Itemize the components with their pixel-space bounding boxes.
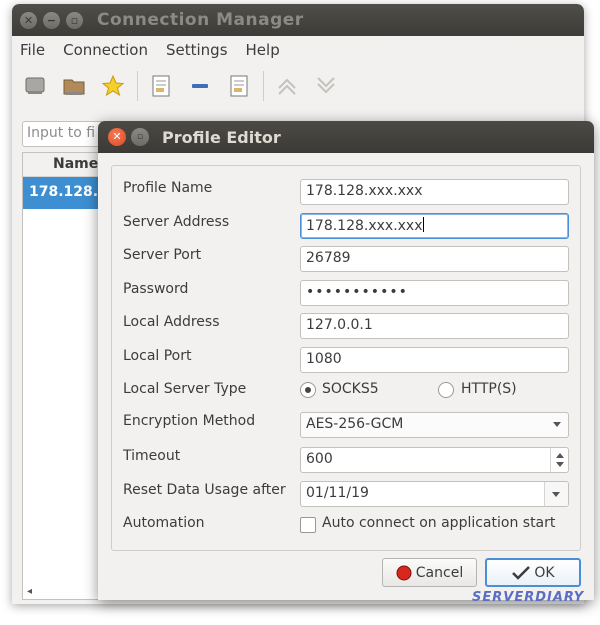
socks5-radio[interactable] [300, 382, 316, 398]
maximize-icon[interactable]: ▫ [131, 128, 149, 146]
local-address-field[interactable]: 127.0.0.1 [300, 313, 569, 339]
timeout-spinbox[interactable]: 600 [300, 447, 569, 473]
cancel-icon [396, 565, 412, 580]
spin-buttons[interactable] [550, 448, 568, 472]
profile-name-field[interactable]: 178.128.xxx.xxx [300, 179, 569, 205]
maximize-icon[interactable]: ▫ [66, 12, 83, 29]
scroll-left-icon[interactable]: ◂ [27, 586, 32, 597]
menu-help[interactable]: Help [246, 41, 280, 59]
toolbar-separator [263, 71, 264, 101]
spin-up-icon[interactable] [556, 453, 564, 458]
minimize-icon[interactable]: − [43, 12, 60, 29]
chevron-down-icon [552, 492, 560, 497]
move-up-icon[interactable] [272, 71, 302, 101]
close-icon[interactable]: ✕ [20, 12, 37, 29]
folder-icon[interactable] [59, 71, 89, 101]
server-port-field[interactable]: 26789 [300, 246, 569, 272]
document-icon[interactable] [224, 71, 254, 101]
reset-date-value: 01/11/19 [306, 485, 369, 501]
ok-label: OK [534, 564, 555, 581]
document-edit-icon[interactable] [146, 71, 176, 101]
reset-data-usage-date[interactable]: 01/11/19 [300, 481, 569, 507]
ok-button[interactable]: OK [485, 558, 581, 587]
toolbar-separator [137, 71, 138, 101]
automation-label: Automation [123, 515, 205, 531]
dialog-title: Profile Editor [162, 128, 281, 147]
timeout-label: Timeout [123, 448, 181, 464]
text-caret [422, 217, 424, 232]
menu-connection[interactable]: Connection [63, 41, 148, 59]
menu-settings[interactable]: Settings [166, 41, 228, 59]
encryption-method-label: Encryption Method [123, 413, 256, 429]
password-label: Password [123, 281, 189, 297]
watermark-logo: SERVERDIARY [472, 590, 585, 605]
dialog-title-bar: ✕ ▫ Profile Editor [98, 121, 594, 153]
chevron-down-icon [553, 422, 561, 427]
menu-file[interactable]: File [20, 41, 45, 59]
encryption-method-select[interactable]: AES-256-GCM [300, 412, 569, 438]
star-icon[interactable] [98, 71, 128, 101]
server-address-value: 178.128.xxx.xxx [306, 218, 423, 234]
window-title: Connection Manager [97, 10, 304, 30]
local-address-label: Local Address [123, 314, 220, 330]
reset-data-usage-label: Reset Data Usage after [123, 482, 286, 498]
auto-connect-checkbox[interactable] [300, 517, 316, 533]
spin-down-icon[interactable] [556, 462, 564, 467]
auto-connect-label[interactable]: Auto connect on application start [322, 515, 555, 531]
cancel-label: Cancel [415, 564, 464, 581]
profile-name-label: Profile Name [123, 180, 213, 196]
close-icon[interactable]: ✕ [108, 128, 126, 146]
local-port-field[interactable]: 1080 [300, 347, 569, 373]
password-field[interactable]: ••••••••••• [300, 280, 569, 306]
date-dropdown-button[interactable] [544, 482, 568, 506]
https-label[interactable]: HTTP(S) [461, 381, 517, 397]
server-port-label: Server Port [123, 247, 202, 263]
local-server-type-label: Local Server Type [123, 381, 247, 397]
server-address-label: Server Address [123, 214, 230, 230]
socks5-label[interactable]: SOCKS5 [322, 381, 379, 397]
remove-icon[interactable] [185, 71, 215, 101]
cancel-button[interactable]: Cancel [382, 558, 477, 587]
title-bar: ✕ − ▫ Connection Manager [12, 4, 584, 36]
https-radio[interactable] [438, 382, 454, 398]
move-down-icon[interactable] [311, 71, 341, 101]
profile-editor-dialog: ✕ ▫ Profile Editor Profile Name 178.128.… [98, 121, 594, 600]
profile-form: Profile Name 178.128.xxx.xxx Server Addr… [111, 165, 581, 551]
encryption-method-value: AES-256-GCM [306, 416, 404, 432]
toolbar [12, 64, 584, 108]
local-port-label: Local Port [123, 348, 192, 364]
menu-bar: File Connection Settings Help [12, 36, 584, 64]
ok-check-icon [512, 565, 531, 580]
timeout-value: 600 [306, 451, 333, 467]
server-icon[interactable] [20, 71, 50, 101]
server-address-field[interactable]: 178.128.xxx.xxx [300, 213, 569, 239]
